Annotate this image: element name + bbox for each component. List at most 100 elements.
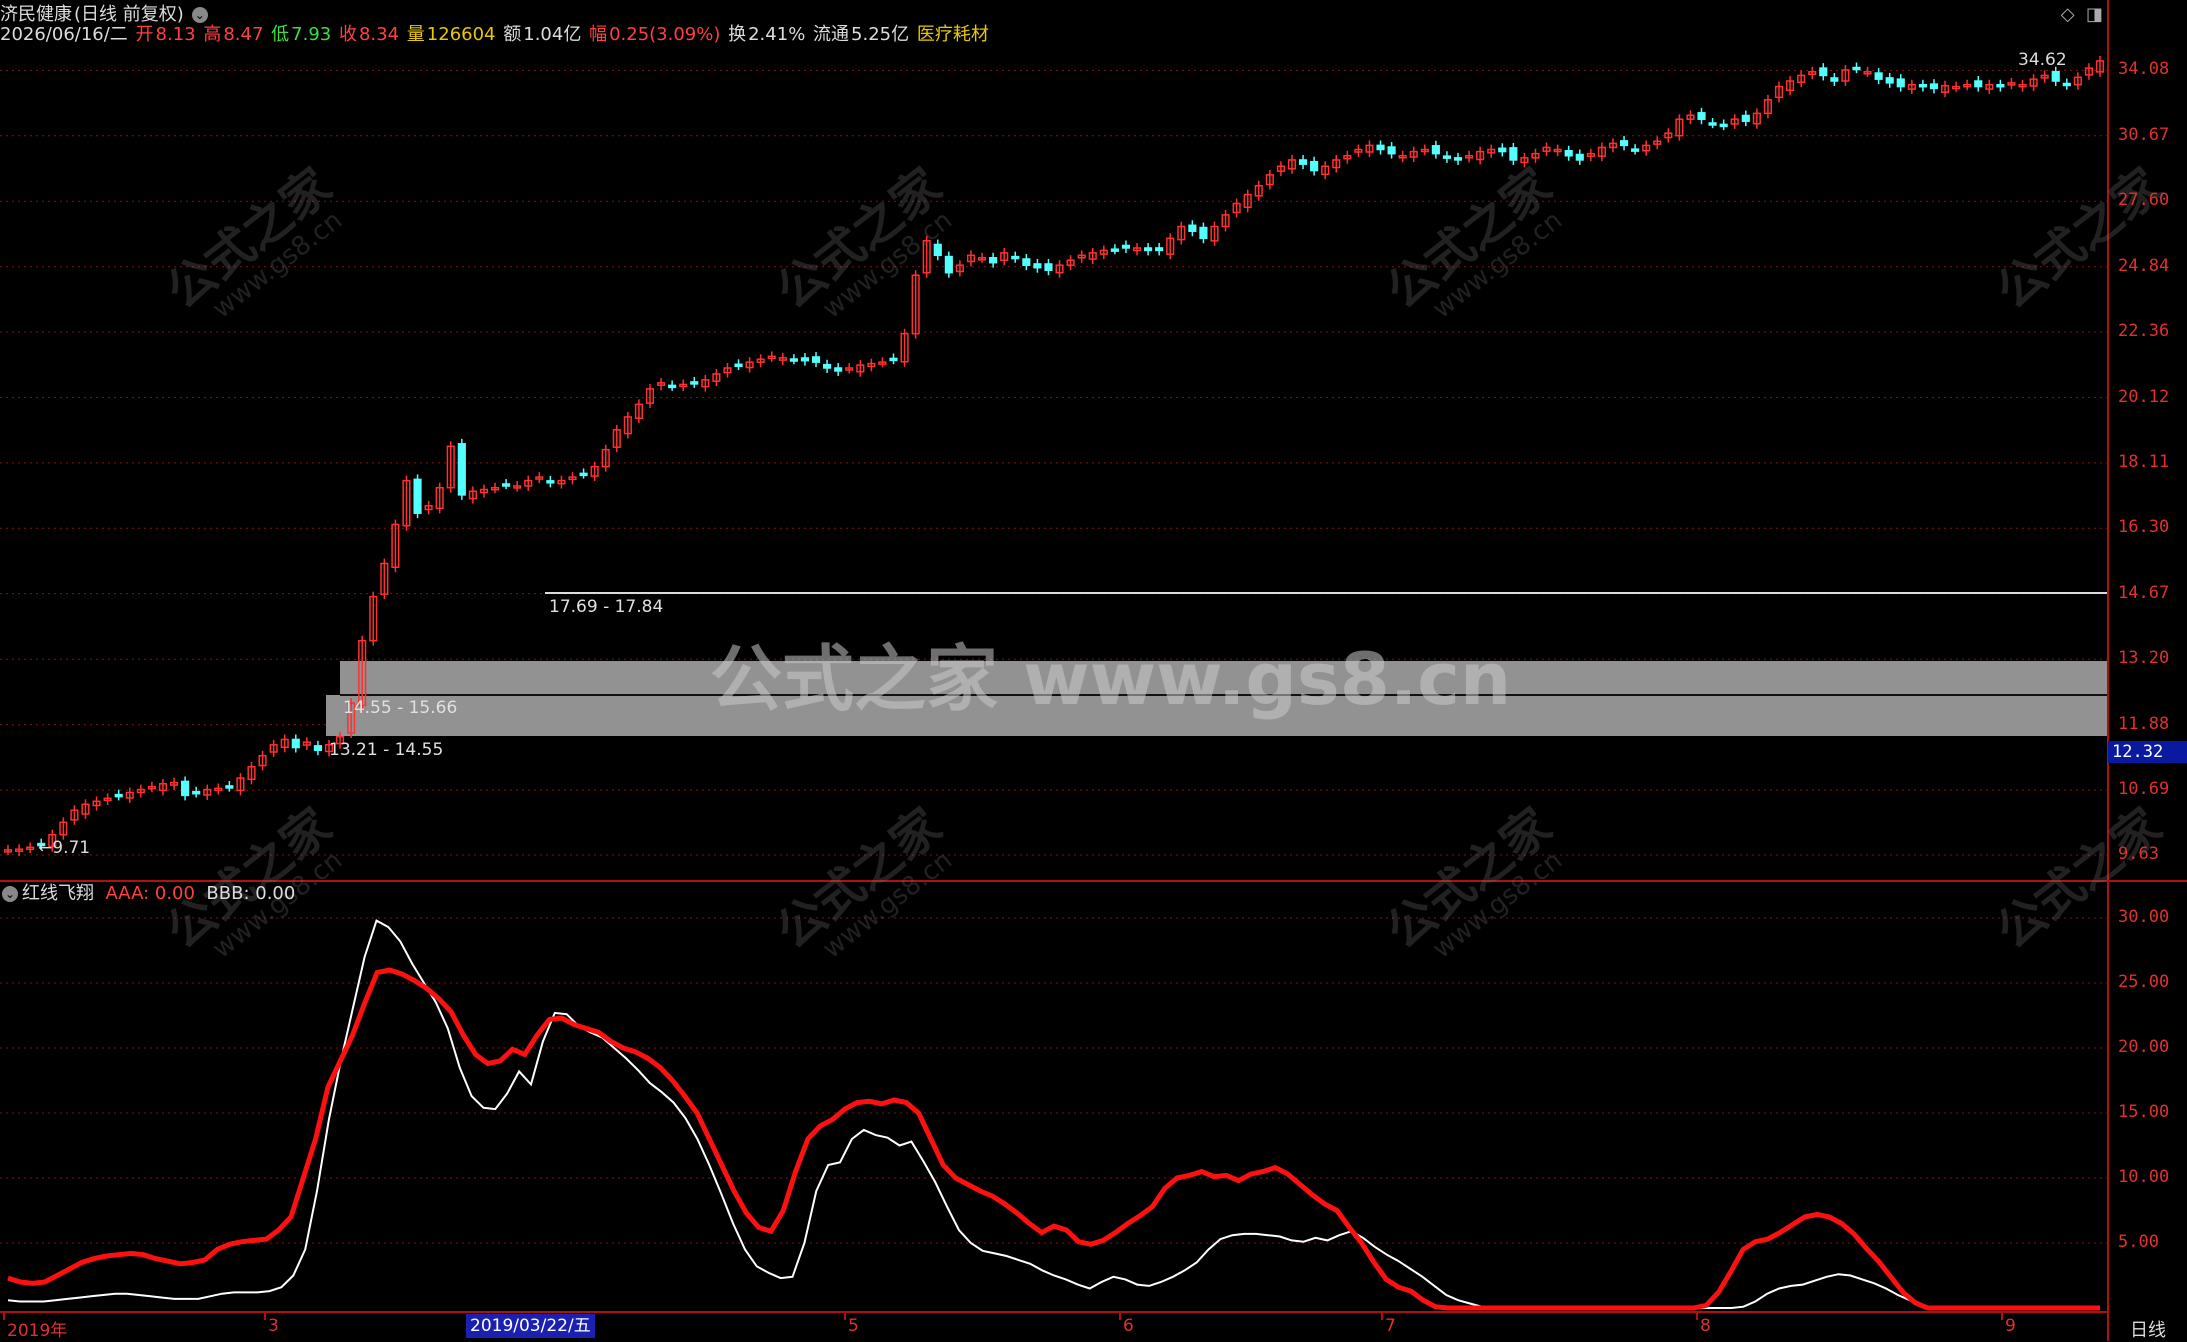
open-label: 开 — [135, 24, 154, 45]
candle-body — [944, 255, 953, 274]
low-marker-label: ←9.71 — [38, 838, 90, 858]
candle-body — [889, 357, 898, 362]
sector-tag[interactable]: 医疗耗材 — [917, 24, 989, 45]
price-tick-label: 18.11 — [2118, 451, 2170, 472]
high-marker-label: 34.62 — [2018, 50, 2067, 70]
candle-body — [457, 443, 466, 496]
price-tick-label: 22.36 — [2118, 320, 2170, 341]
x-tick-label: 5 — [848, 1316, 859, 1336]
candle-body — [291, 738, 300, 749]
high-value: 8.47 — [223, 24, 264, 45]
low-value: 7.93 — [291, 24, 332, 45]
indicator-tick-label: 5.00 — [2118, 1232, 2159, 1252]
candle-body — [1509, 147, 1518, 161]
bbb-legend: BBB: 0.00 — [206, 883, 296, 904]
candle-body — [800, 357, 810, 362]
indicator-tick-label: 25.00 — [2118, 972, 2170, 992]
candle-body — [1741, 114, 1750, 122]
low-label: 低 — [271, 24, 290, 45]
arrow-left-icon: ← — [38, 838, 53, 858]
indicator-tick-label: 30.00 — [2118, 907, 2170, 927]
candle-body — [1022, 258, 1031, 266]
x-tick-label: 8 — [1700, 1316, 1711, 1336]
candle-body — [1929, 83, 1939, 90]
indicator-tick-label: 10.00 — [2118, 1167, 2170, 1187]
low-marker-value: 9.71 — [52, 838, 91, 858]
candle-body — [313, 745, 322, 751]
candle-body — [181, 780, 190, 797]
price-tick-label: 16.30 — [2118, 517, 2170, 538]
candle-body — [1852, 66, 1861, 71]
float-value: 5.25亿 — [851, 24, 910, 45]
candle-body — [1974, 80, 1983, 88]
diamond-icon[interactable]: ◇ — [2061, 4, 2075, 25]
candle-body — [1310, 160, 1319, 172]
candle-body — [1619, 140, 1629, 147]
candle-body — [1631, 148, 1640, 152]
high-label: 高 — [203, 24, 222, 45]
candle-body — [1996, 83, 2005, 88]
candle-body — [1188, 224, 1197, 232]
candle-body — [989, 257, 998, 264]
quote-line: 2026/06/16/二 开 8.13 高 8.47 低 7.93 收 8.34 量 12… — [0, 20, 991, 50]
current-price-marker: 12.32 — [2108, 741, 2187, 763]
candle-body — [734, 363, 743, 368]
candle-body — [1918, 83, 1927, 88]
candle-body — [1431, 145, 1440, 155]
candle-body — [690, 381, 699, 385]
price-tick-label: 34.08 — [2118, 59, 2170, 80]
indicator-tick-label: 15.00 — [2118, 1102, 2170, 1122]
x-tick-label: 9 — [2005, 1316, 2016, 1336]
candle-body — [1575, 153, 1584, 161]
zone-label-middle: 14.55 - 15.66 — [343, 698, 458, 718]
candle-body — [1708, 122, 1717, 126]
candle-body — [1498, 147, 1507, 153]
candle-body — [2051, 71, 2060, 82]
volume-label: 量 — [406, 24, 425, 45]
price-tick-label: 9.63 — [2118, 843, 2159, 864]
candle-body — [225, 785, 234, 789]
change-label: 幅 — [589, 24, 608, 45]
price-tick-label: 14.67 — [2118, 582, 2170, 603]
chevron-down-icon[interactable]: ⌄ — [2, 886, 18, 902]
zone-label-upper: 17.69 - 17.84 — [549, 597, 664, 617]
candle-body — [1110, 248, 1119, 252]
candlesticks — [3, 55, 2105, 857]
indicator-tick-label: 20.00 — [2118, 1037, 2170, 1057]
turnover-value: 2.41% — [748, 24, 806, 45]
window-toggle-icon[interactable]: ◨ — [2086, 4, 2103, 25]
candle-body — [811, 356, 821, 363]
price-tick-label: 30.67 — [2118, 124, 2170, 145]
candle-body — [1298, 159, 1308, 165]
candle-body — [1564, 150, 1573, 157]
candle-body — [1453, 157, 1463, 161]
candle-body — [1121, 244, 1131, 249]
candle-body — [1199, 226, 1208, 240]
period-label[interactable]: 日线 — [2130, 1316, 2166, 1342]
x-tick-label: 6 — [1123, 1316, 1134, 1336]
zone-band-upper — [340, 661, 2108, 695]
candle-body — [2062, 82, 2071, 87]
chart-canvas[interactable] — [0, 0, 2187, 1341]
candle-body — [502, 483, 511, 487]
candle-body — [1011, 255, 1020, 260]
x-tick-label: 7 — [1385, 1316, 1396, 1336]
candle-body — [1830, 77, 1839, 82]
candle-body — [1155, 247, 1164, 252]
candle-body — [546, 480, 555, 484]
candle-body — [1376, 144, 1385, 151]
aaa-legend: AAA: 0.00 — [105, 883, 195, 904]
x-tick-label: 3 — [268, 1316, 279, 1336]
price-tick-label: 24.84 — [2118, 255, 2170, 276]
candle-body — [933, 243, 942, 257]
candle-body — [413, 478, 422, 514]
close-label: 收 — [338, 24, 357, 45]
amount-value: 1.04亿 — [523, 24, 582, 45]
candle-body — [1896, 78, 1905, 88]
window-controls: ◇ ◨ — [2061, 4, 2103, 25]
indicator-name[interactable]: 红线飞翔 — [22, 883, 94, 904]
candle-body — [789, 358, 798, 362]
price-tick-label: 13.20 — [2118, 648, 2170, 669]
candle-body — [1719, 123, 1728, 128]
price-tick-label: 10.69 — [2118, 779, 2170, 800]
